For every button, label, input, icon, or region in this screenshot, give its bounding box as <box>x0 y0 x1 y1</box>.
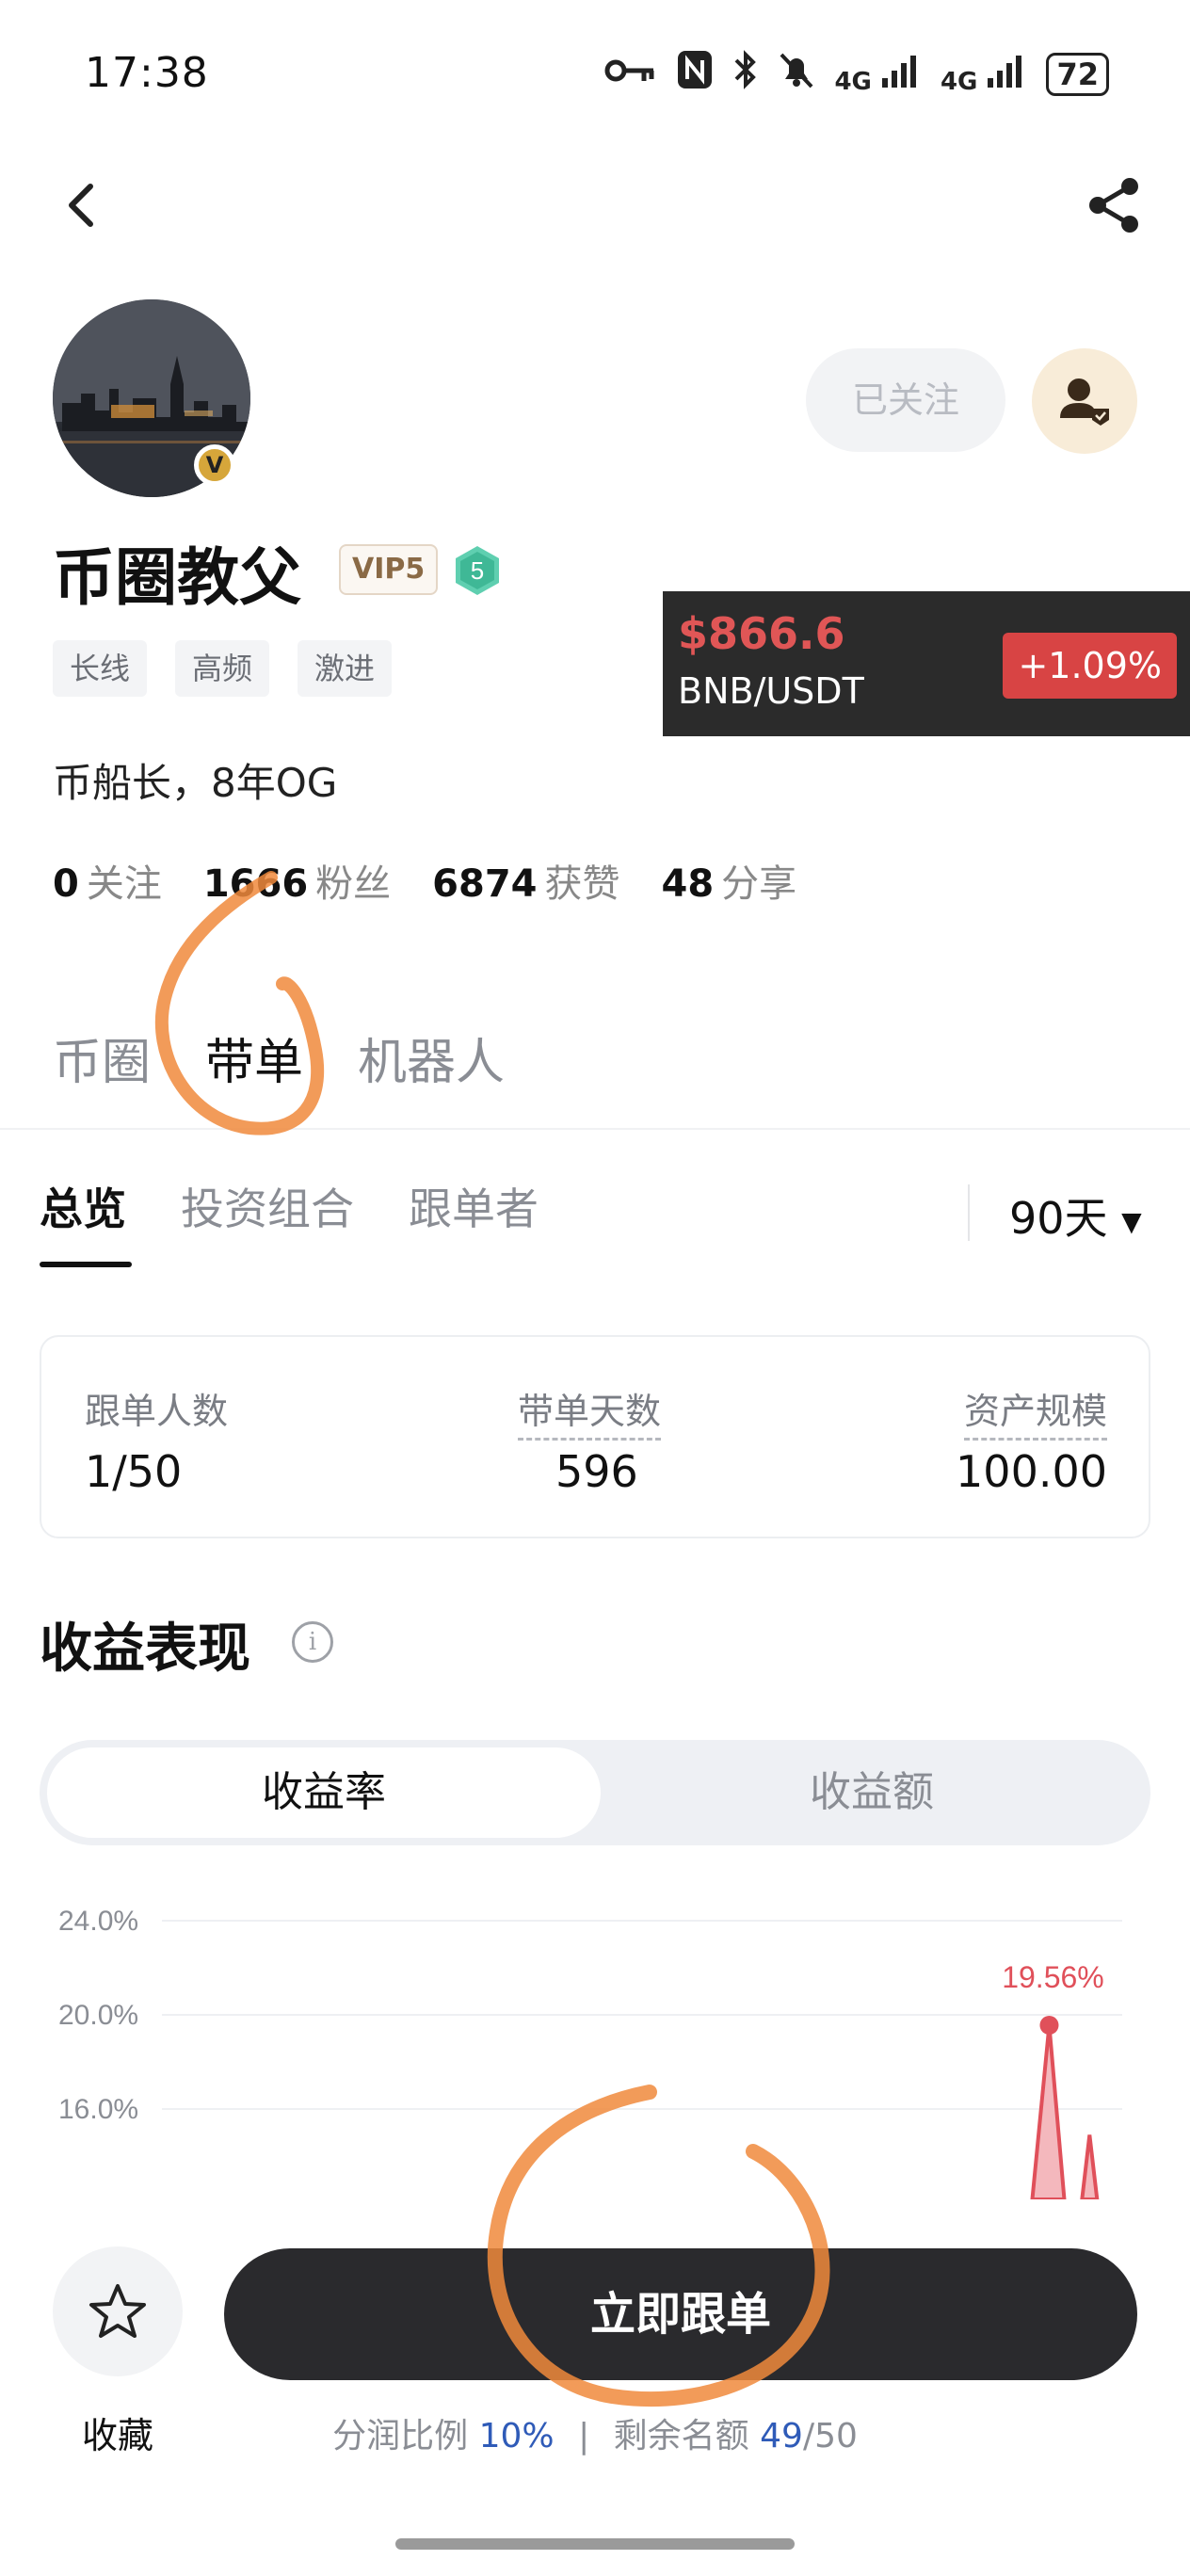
stat-shares: 48 分享 <box>662 853 797 908</box>
ticker-price: $866.6 <box>678 608 845 659</box>
tab-bots[interactable]: 机器人 <box>358 1022 505 1093</box>
period-dropdown[interactable]: 90天 ▼ <box>1009 1184 1142 1247</box>
aum-label[interactable]: 资产规模 <box>963 1382 1107 1441</box>
trading-days-label[interactable]: 带单天数 <box>518 1382 662 1441</box>
ticker-change: +1.09% <box>1003 633 1177 699</box>
stat-label: 获赞 <box>544 862 620 906</box>
aum-value: 100.00 <box>956 1446 1107 1497</box>
copy-trade-button[interactable]: 立即跟单 <box>224 2248 1137 2380</box>
remaining-slots-total: /50 <box>802 2417 858 2455</box>
tag: 高频 <box>175 640 270 697</box>
tag: 长线 <box>53 640 148 697</box>
status-time: 17:38 <box>85 49 209 97</box>
home-indicator[interactable] <box>395 2538 795 2550</box>
followers-count-value: 1/50 <box>85 1446 183 1497</box>
tab-portfolio[interactable]: 投资组合 <box>181 1175 354 1237</box>
nfc-icon <box>676 49 714 99</box>
tab-overview[interactable]: 总览 <box>40 1175 126 1237</box>
tag-list: 长线 高频 激进 <box>53 640 393 697</box>
divider <box>0 1128 1190 1130</box>
y-tick-label: 24.0% <box>58 1906 138 1937</box>
favorite-button[interactable] <box>53 2246 183 2376</box>
return-chart: 24.0% 20.0% 16.0% 19.56% <box>40 1883 1150 2199</box>
level-badge: 5 <box>452 544 503 597</box>
chart-peak-label: 19.56% <box>1002 1960 1104 1994</box>
stat-value: 6874 <box>432 862 538 906</box>
y-tick-label: 20.0% <box>58 2000 138 2031</box>
ticker-pair: BNB/USDT <box>678 670 864 712</box>
stat-value: 1666 <box>202 862 309 906</box>
status-icons: 4G 4G 72 <box>604 49 1109 99</box>
trading-days-value: 596 <box>555 1446 638 1497</box>
signal-icon: 4G <box>941 52 1028 96</box>
key-icon <box>604 56 657 93</box>
share-icon[interactable] <box>1085 175 1145 235</box>
user-check-icon <box>1060 378 1109 426</box>
bluetooth-icon <box>732 49 759 99</box>
stat-label: 分享 <box>721 862 797 906</box>
verified-badge: V <box>194 444 235 486</box>
performance-title: 收益表现 <box>40 1618 250 1680</box>
chart-svg: 24.0% 20.0% 16.0% 19.56% <box>58 1906 1122 2199</box>
tab-followers[interactable]: 跟单者 <box>409 1175 539 1237</box>
profile-bio: 币船长，8年OG <box>53 760 338 806</box>
tab-crypto-circle[interactable]: 币圈 <box>53 1022 151 1093</box>
period-label: 90天 <box>1009 1193 1108 1244</box>
signal-1-label: 4G <box>834 68 872 96</box>
user-manage-button[interactable] <box>1032 348 1137 454</box>
remaining-slots-value: 49 <box>760 2417 803 2455</box>
stat-value: 48 <box>661 862 715 906</box>
profit-share-label: 分润比例 <box>332 2417 469 2455</box>
stat-label: 粉丝 <box>315 862 392 906</box>
summary-card: 跟单人数 1/50 带单天数 596 资产规模 100.00 <box>40 1335 1150 1538</box>
stat-label: 关注 <box>86 862 162 906</box>
mute-icon <box>778 49 815 99</box>
divider <box>968 1184 970 1241</box>
profile-name: 币圈教父 <box>53 541 301 614</box>
segment-return-rate[interactable]: 收益率 <box>47 1747 601 1838</box>
segment-return-amount[interactable]: 收益额 <box>601 1747 1143 1838</box>
stat-following[interactable]: 0 关注 <box>53 853 162 908</box>
signal-icon: 4G <box>834 52 922 96</box>
info-separator: | <box>578 2417 590 2455</box>
copy-trade-info: 分润比例 10% | 剩余名额 49/50 <box>0 2408 1190 2457</box>
main-tabs: 币圈 带单 机器人 <box>53 1022 505 1093</box>
followed-button[interactable]: 已关注 <box>806 348 1005 452</box>
star-icon <box>89 2284 146 2338</box>
stat-likes: 6874 获赞 <box>432 853 619 908</box>
signal-2-label: 4G <box>940 68 978 96</box>
tag: 激进 <box>298 640 393 697</box>
chart-peak-point[interactable] <box>1039 2016 1059 2035</box>
level-number: 5 <box>471 556 484 585</box>
info-icon[interactable]: i <box>292 1621 333 1663</box>
price-ticker[interactable]: $866.6 BNB/USDT +1.09% <box>663 591 1190 736</box>
followers-count-label: 跟单人数 <box>85 1391 229 1432</box>
battery-icon: 72 <box>1046 52 1109 96</box>
metric-toggle: 收益率 收益额 <box>40 1740 1150 1845</box>
profit-share-value: 10% <box>478 2417 555 2455</box>
chart-area <box>1030 2024 1100 2199</box>
stat-fans[interactable]: 1666 粉丝 <box>203 853 391 908</box>
sub-tabs: 总览 投资组合 跟单者 <box>40 1175 539 1237</box>
stat-value: 0 <box>53 862 79 906</box>
y-tick-label: 16.0% <box>58 2094 138 2125</box>
active-tab-indicator <box>40 1262 132 1267</box>
back-chevron-icon[interactable] <box>58 177 105 233</box>
tab-copy-trading[interactable]: 带单 <box>205 1022 303 1093</box>
profile-stats: 0 关注 1666 粉丝 6874 获赞 48 分享 <box>53 853 796 908</box>
vip-badge: VIP5 <box>339 544 439 595</box>
caret-down-icon: ▼ <box>1121 1206 1142 1237</box>
remaining-slots-label: 剩余名额 <box>613 2417 749 2455</box>
